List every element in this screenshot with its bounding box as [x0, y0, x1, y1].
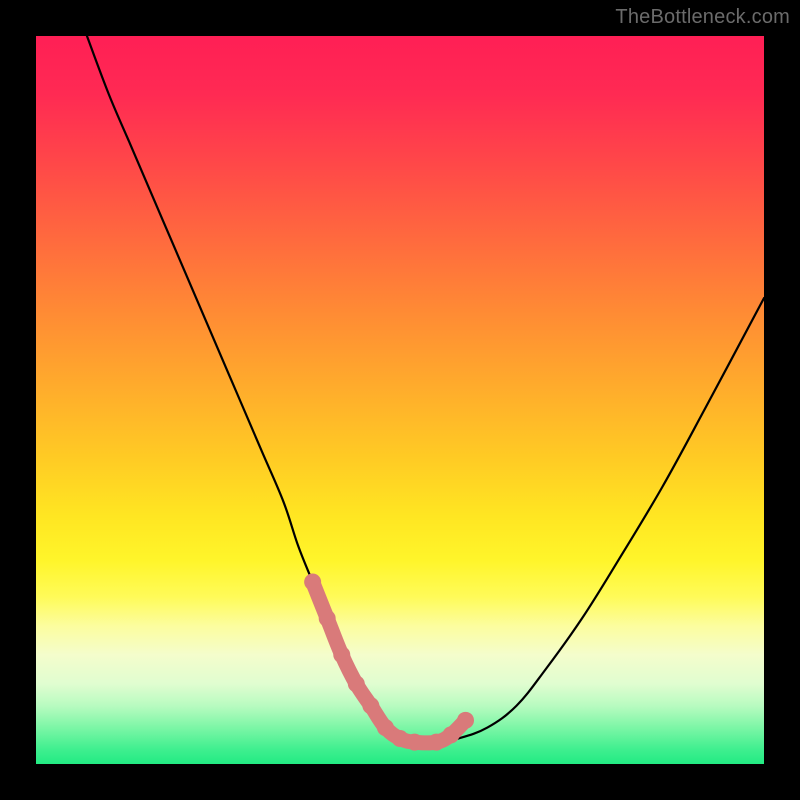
optimal-marker-dot — [333, 646, 350, 663]
optimal-marker-dot — [392, 730, 409, 747]
chart-svg — [36, 36, 764, 764]
plot-area — [36, 36, 764, 764]
optimal-marker-dot — [442, 726, 459, 743]
optimal-marker-dot — [362, 697, 379, 714]
bottleneck-curve — [87, 36, 764, 743]
optimal-marker-dot — [377, 719, 394, 736]
chart-frame: TheBottleneck.com — [0, 0, 800, 800]
optimal-marker-dot — [406, 734, 423, 751]
optimal-zone-line — [313, 582, 466, 743]
watermark-text: TheBottleneck.com — [615, 6, 790, 29]
optimal-marker-dot — [428, 734, 445, 751]
optimal-marker-dot — [457, 712, 474, 729]
optimal-marker-dot — [348, 675, 365, 692]
optimal-marker-dot — [319, 610, 336, 627]
optimal-zone-markers — [304, 574, 474, 751]
optimal-marker-dot — [304, 574, 321, 591]
